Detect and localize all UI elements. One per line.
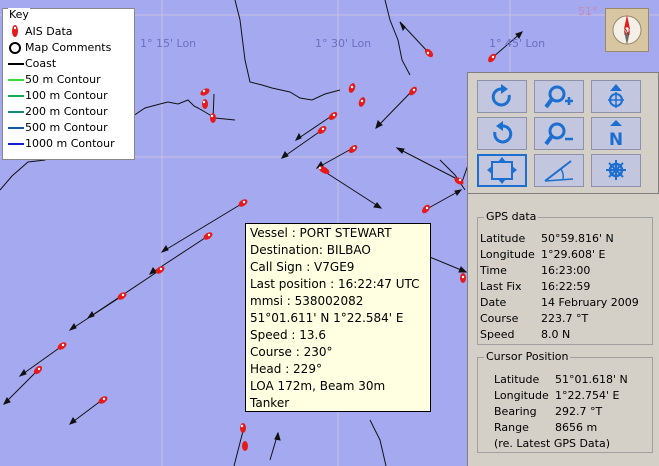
helm-button[interactable] [591,154,641,187]
gps-speed-label: Speed [480,328,515,341]
ais-vessel-icon [8,24,25,39]
key-label: 200 m Contour [25,105,108,118]
gps-speed-value: 8.0 N [541,328,571,341]
gps-course-label: Course [480,312,519,325]
cursor-position-title: Cursor Position [484,350,571,363]
zoom-out-button[interactable] [534,117,584,150]
north-up-helm-button[interactable] [591,80,641,113]
cursor-longitude-label: Longitude [494,389,549,402]
north-up-icon: N [609,120,623,149]
gps-last-fix-value: 16:22:59 [541,280,591,293]
fit-extent-icon [487,157,517,184]
contour-200m-swatch [8,111,24,113]
vessel-info-tooltip: Vessel : PORT STEWART Destination: BILBA… [245,223,431,412]
zoom-in-icon [544,85,573,109]
gps-data-title: GPS data [484,210,539,223]
map-control-toolbar: N [467,72,659,194]
north-up-button[interactable]: N [591,117,641,150]
gps-time-value: 16:23:00 [541,264,591,277]
info-panel: GPS data Latitude 50°59.816' N Longitude… [467,194,659,466]
key-label: 100 m Contour [25,89,108,102]
rotate-clockwise-button[interactable] [477,80,527,113]
cursor-latitude-label: Latitude [494,373,540,386]
north-up-helm-icon [608,84,624,108]
cursor-bearing-value: 292.7 °T [555,405,603,418]
key-item-50m: 50 m Contour [8,72,101,87]
cursor-position-group: Cursor Position Latitude 51°01.618' N Lo… [477,350,653,453]
rotate-counterclockwise-button[interactable] [477,117,527,150]
gps-last-fix-label: Last Fix [480,280,522,293]
gps-latitude-label: Latitude [480,232,526,245]
contour-1000m-swatch [8,143,24,145]
key-label: 50 m Contour [25,73,101,86]
contour-100m-swatch [8,95,24,97]
gps-latitude-value: 50°59.816' N [541,232,614,245]
gps-date-value: 14 February 2009 [541,296,639,309]
tooltip-vessel-type: Tanker [250,396,290,410]
key-label: 1000 m Contour [25,137,115,150]
cursor-bearing-label: Bearing [494,405,537,418]
gps-course-value: 223.7 °T [541,312,589,325]
gps-longitude-label: Longitude [480,248,535,261]
contour-500m-swatch [8,127,24,129]
gps-time-label: Time [480,264,507,277]
compass-button[interactable]: N [605,8,649,52]
key-label: Map Comments [25,41,112,54]
svg-text:N: N [609,130,623,149]
rotate-clockwise-icon [491,84,511,107]
cursor-reference-note: (re. Latest GPS Data) [494,437,611,450]
key-label: AIS Data [25,25,73,38]
map-key-legend: Key AIS Data Map Comments Coast 50 m Con… [2,8,135,160]
longitude-label-3: 1° 45' Lon [489,37,546,50]
contour-50m-swatch [8,79,24,81]
gps-date-label: Date [480,296,507,309]
cursor-range-label: Range [494,421,529,434]
key-item-1000m: 1000 m Contour [8,136,115,151]
key-title: Key [8,8,30,21]
key-item-coast: Coast [8,56,56,71]
latitude-label: 51° [578,5,598,18]
longitude-label-2: 1° 30' Lon [315,37,372,50]
key-item-map-comments: Map Comments [8,40,111,55]
key-item-ais-data: AIS Data [8,24,73,39]
measure-bearing-button[interactable] [534,154,584,187]
gps-data-group: GPS data Latitude 50°59.816' N Longitude… [477,210,653,345]
cursor-range-value: 8656 m [555,421,598,434]
zoom-in-button[interactable] [534,80,584,113]
longitude-label-1: 1° 15' Lon [140,37,197,50]
cursor-latitude-value: 51°01.618' N [555,373,628,386]
key-label: Coast [25,57,57,70]
cursor-longitude-value: 1°22.754' E [555,389,620,402]
key-item-200m: 200 m Contour [8,104,108,119]
key-item-500m: 500 m Contour [8,120,108,135]
ship-wheel-icon [606,160,626,180]
coast-line-swatch [8,63,24,65]
compass-north-label: N [624,28,631,38]
compass-rose-icon: N [612,15,642,45]
comment-circle-icon [8,40,25,55]
fit-extent-button[interactable] [477,154,527,187]
key-label: 500 m Contour [25,121,108,134]
rotate-counterclockwise-icon [493,121,513,144]
measure-bearing-icon [544,160,574,182]
gps-longitude-value: 1°29.608' E [541,248,606,261]
zoom-out-icon [544,122,573,146]
key-item-100m: 100 m Contour [8,88,108,103]
